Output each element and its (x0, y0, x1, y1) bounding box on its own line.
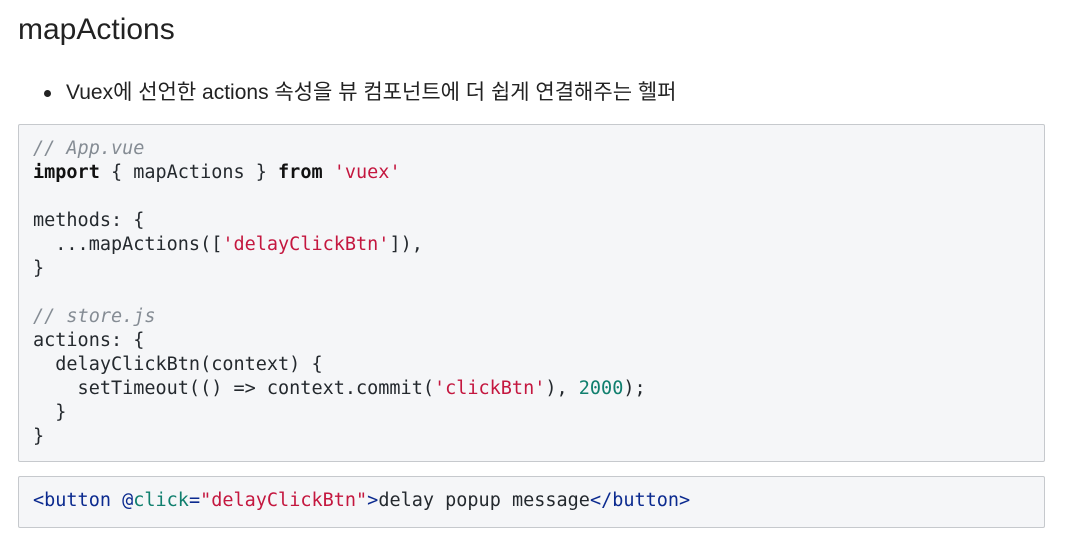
bullet-dot (44, 90, 51, 97)
code-line: setTimeout(() => context.commit('clickBt… (33, 377, 1044, 401)
code-line: } (33, 257, 1044, 281)
list-item: Vuex에 선언한 actions 속성을 뷰 컴포넌트에 더 쉽게 연결해주는… (44, 76, 677, 110)
code-number: 2000 (578, 378, 624, 399)
page-title: mapActions (18, 13, 175, 46)
code-text: delay popup message (378, 490, 590, 511)
code-text: } (33, 258, 45, 279)
code-tag: = (188, 490, 201, 511)
code-text: actions: { (33, 330, 145, 351)
code-block-template: <button @click="delayClickBtn">delay pop… (18, 476, 1045, 528)
code-tag: <button (33, 490, 123, 511)
code-comment: // App.vue (33, 138, 145, 159)
code-text: delayClickBtn(context) { (33, 354, 323, 375)
code-text: } (33, 426, 45, 447)
code-content: <button @click="delayClickBtn">delay pop… (33, 489, 1044, 513)
code-line: } (33, 425, 1044, 449)
code-text: ), (545, 378, 579, 399)
code-attr-name: click (133, 490, 189, 511)
code-keyword: import (33, 162, 100, 183)
code-text: ); (623, 378, 646, 399)
code-content: // App.vue import { mapActions } from 'vu… (33, 137, 1044, 449)
code-string: 'delayClickBtn' (222, 234, 390, 255)
code-text: methods: { (33, 210, 145, 231)
code-block-script: // App.vue import { mapActions } from 'vu… (18, 124, 1045, 462)
code-text: } (33, 402, 67, 423)
code-text: setTimeout(() => context.commit( (33, 378, 434, 399)
code-tag: </button> (589, 490, 691, 511)
code-line: // store.js (33, 305, 1044, 329)
code-text: { mapActions } (99, 162, 279, 183)
code-line: // App.vue (33, 137, 1044, 161)
code-line: actions: { (33, 329, 1044, 353)
code-tag: > (367, 490, 379, 511)
code-line: methods: { (33, 209, 1044, 233)
code-text: ...mapActions([ (33, 234, 223, 255)
code-line: ...mapActions(['delayClickBtn']), (33, 233, 1044, 257)
code-line: import { mapActions } from 'vuex' (33, 161, 1044, 185)
code-text: ]), (389, 234, 423, 255)
code-string: 'vuex' (333, 162, 401, 183)
code-line: <button @click="delayClickBtn">delay pop… (33, 489, 1044, 513)
bullet-list: Vuex에 선언한 actions 속성을 뷰 컴포넌트에 더 쉽게 연결해주는… (44, 76, 677, 110)
code-string: 'clickBtn' (433, 378, 546, 399)
code-line: delayClickBtn(context) { (33, 353, 1044, 377)
code-line: } (33, 401, 1044, 425)
bullet-text: Vuex에 선언한 actions 속성을 뷰 컴포넌트에 더 쉽게 연결해주는… (66, 81, 677, 104)
code-comment: // store.js (33, 306, 156, 327)
code-attr-prefix: @ (122, 490, 134, 511)
code-attr-value: "delayClickBtn" (200, 490, 368, 511)
code-keyword: from (278, 162, 323, 183)
